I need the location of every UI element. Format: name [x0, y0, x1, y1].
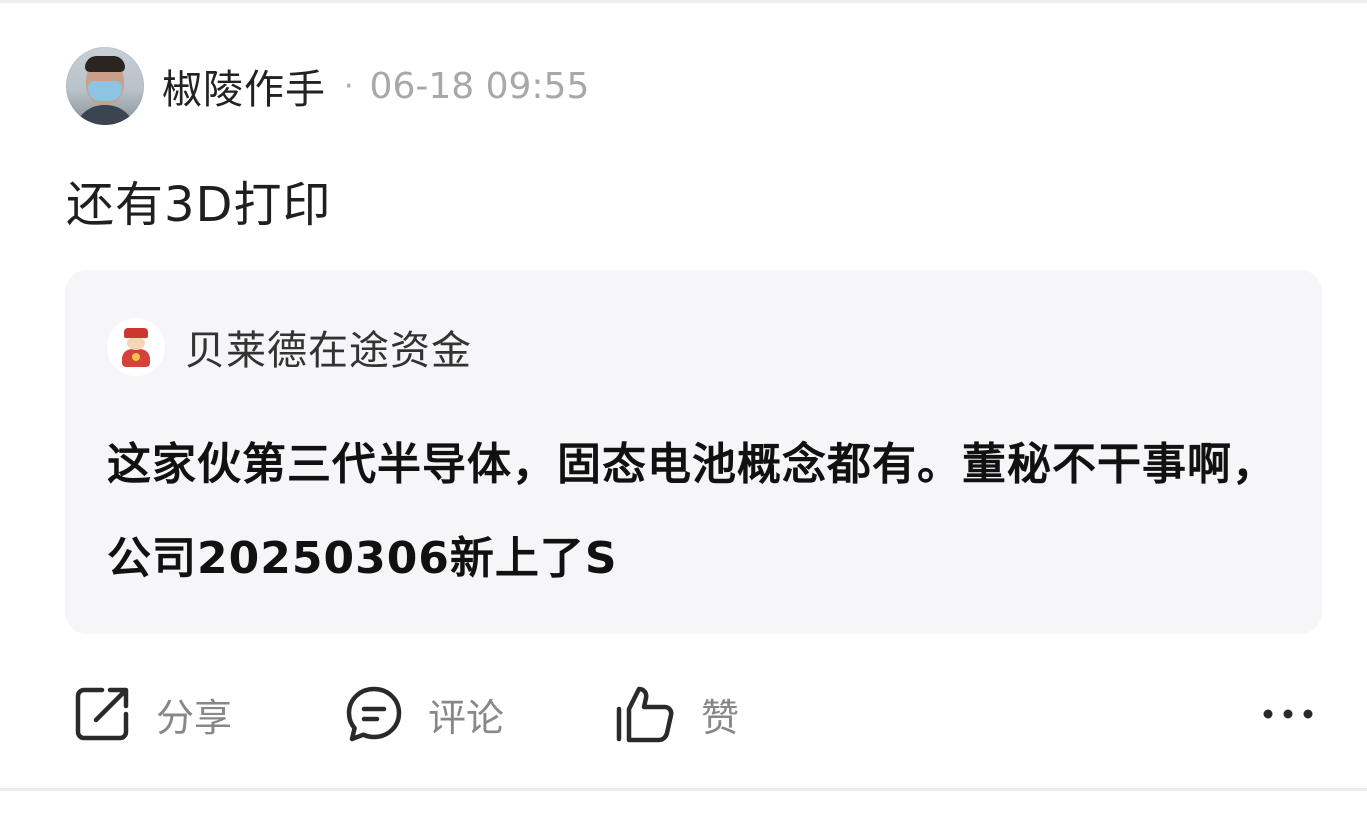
quoted-author-avatar[interactable]: [107, 318, 165, 376]
author-avatar[interactable]: [66, 47, 144, 125]
meta-separator: ·: [344, 68, 354, 104]
share-label: 分享: [156, 695, 233, 740]
like-label: 赞: [701, 695, 740, 740]
share-button[interactable]: 分享: [72, 678, 232, 750]
comment-icon: [344, 684, 404, 744]
post-header: 椒陵作手 · 06-18 09:55: [66, 46, 589, 126]
share-icon: [72, 684, 132, 744]
more-dots-icon: [1262, 705, 1314, 724]
quoted-post-header: 贝莱德在途资金: [107, 318, 472, 376]
post-timestamp: 06-18 09:55: [369, 65, 590, 107]
more-options-button[interactable]: [1258, 678, 1318, 750]
bottom-divider: [0, 788, 1367, 791]
comment-button[interactable]: 评论: [344, 678, 504, 750]
quoted-post-card[interactable]: 贝莱德在途资金 这家伙第三代半导体，固态电池概念都有。董秘不干事啊，公司2025…: [65, 270, 1322, 634]
quoted-post-text: 这家伙第三代半导体，固态电池概念都有。董秘不干事啊，公司20250306新上了S: [107, 439, 1277, 584]
post-body-text: 还有3D打印: [66, 177, 332, 233]
thumbs-up-icon: [613, 683, 677, 745]
post-action-bar: 分享 评论 赞: [0, 678, 1367, 750]
like-button[interactable]: 赞: [613, 678, 739, 750]
quoted-author-name[interactable]: 贝莱德在途资金: [185, 318, 472, 376]
comment-label: 评论: [428, 695, 505, 740]
author-name[interactable]: 椒陵作手: [162, 57, 326, 115]
top-divider: [0, 0, 1367, 3]
